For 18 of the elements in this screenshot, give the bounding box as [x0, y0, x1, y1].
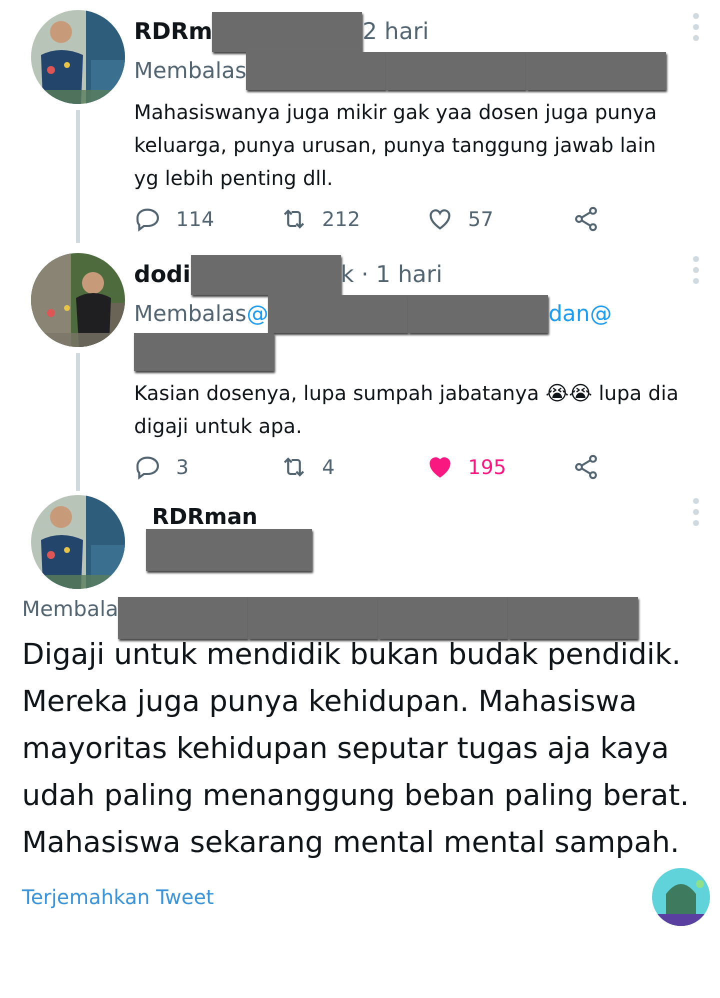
- reply-button[interactable]: 3: [134, 453, 280, 481]
- retweet-button[interactable]: 212: [280, 205, 426, 233]
- reply-button[interactable]: 114: [134, 205, 280, 233]
- tweet-author: RDRman: [152, 505, 258, 530]
- translate-link[interactable]: Terjemahkan Tweet: [22, 885, 214, 909]
- tweet-author: RDRm: [134, 19, 212, 45]
- replying-to-label: Membalas: [134, 58, 246, 84]
- tweet-time: k · 1 hari: [340, 262, 442, 288]
- retweet-button[interactable]: 4: [280, 453, 426, 481]
- like-button[interactable]: 195: [426, 453, 572, 481]
- tweet-time: 2 hari: [362, 19, 429, 45]
- like-button[interactable]: 57: [426, 205, 572, 233]
- tweet-text: Kasian dosenya, lupa sumpah jabatanya 😭😭 lupa dia digaji untuk apa.: [134, 380, 679, 440]
- tweet-author: dodi: [134, 262, 191, 288]
- tweet-text: Mahasiswanya juga mikir gak yaa dosen juga punya keluarga, punya urusan, punya tanggung jawab lain yg lebih penting dll.: [134, 99, 658, 192]
- replying-to-label: Membalas: [134, 302, 246, 326]
- replying-to-label: Membala: [22, 597, 118, 623]
- tweet-text: Digaji untuk mendidik bukan budak pendidik. Mereka juga punya kehidupan. Mahasiswa mayoritas kehidupan seputar tugas aja kaya udah paling menanggung beban paling berat. Mahasiswa sekarang mental mental sampah.: [21, 636, 690, 861]
